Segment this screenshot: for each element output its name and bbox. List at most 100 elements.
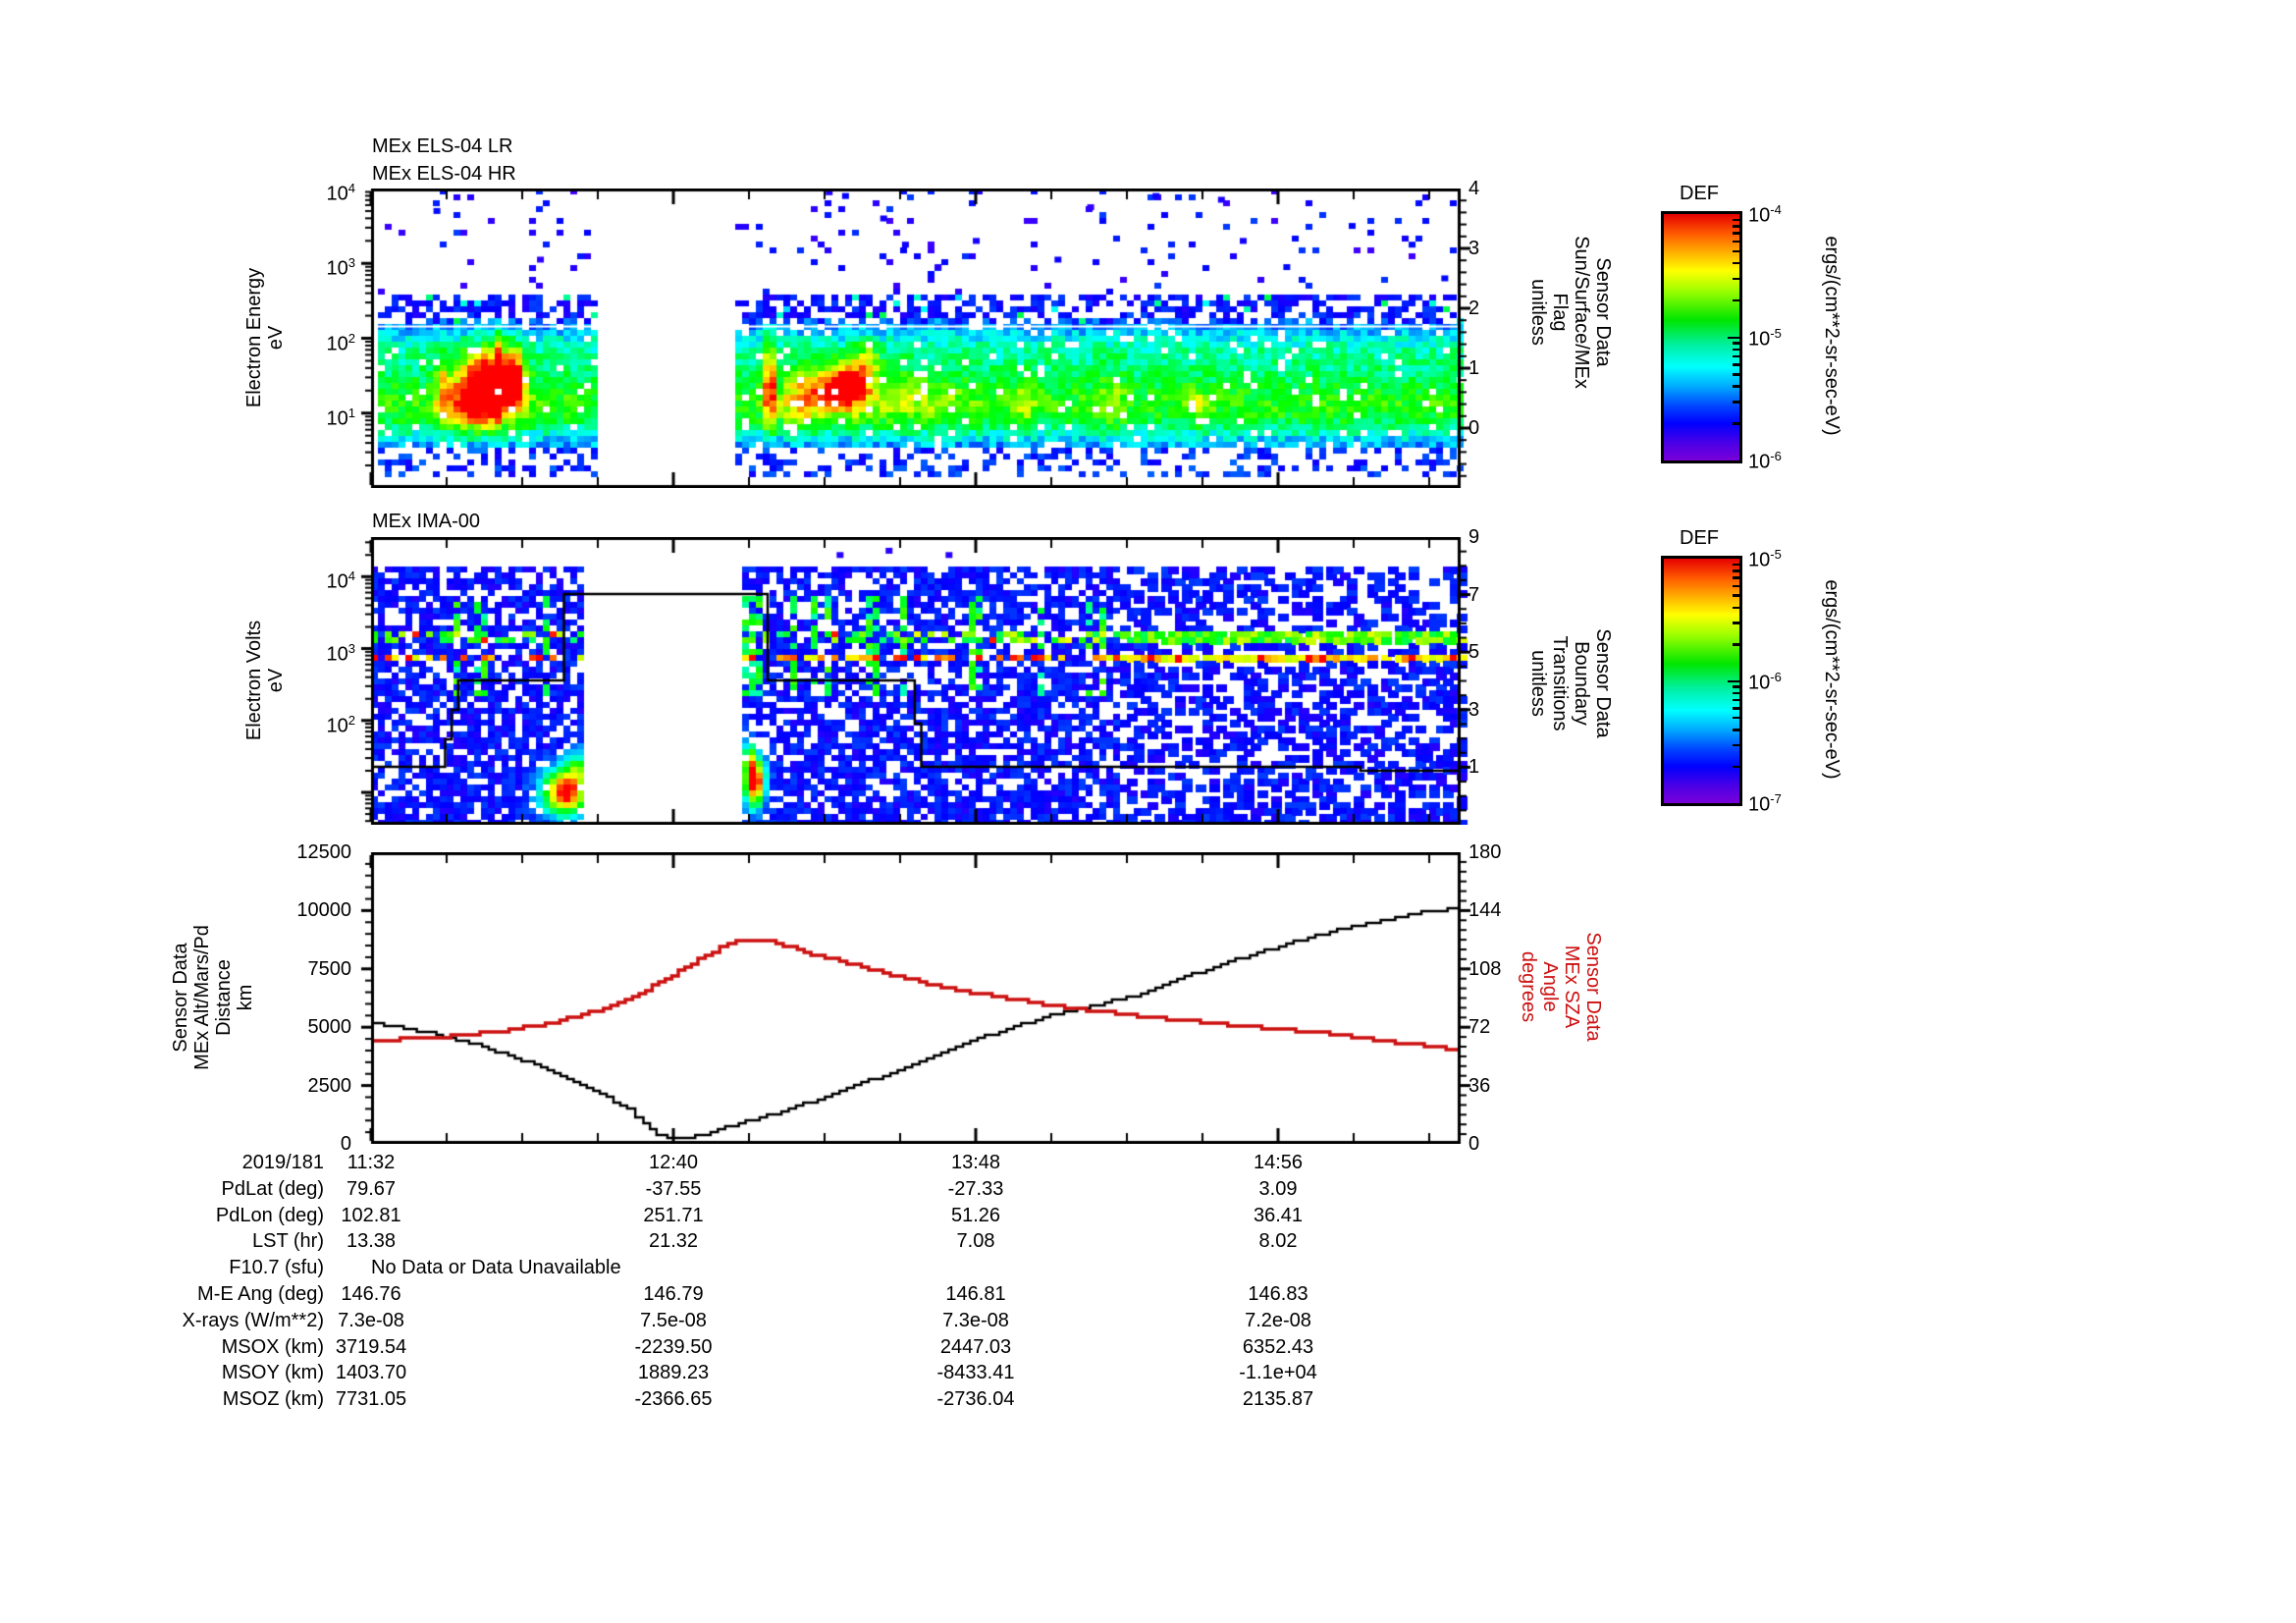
- alt-y-tick-label: 2500: [307, 1074, 352, 1097]
- els-flag-tick-label: 3: [1468, 238, 1480, 259]
- table-cell: -2366.65: [634, 1388, 713, 1411]
- ima-colorbar-tick: [1733, 685, 1739, 688]
- sza-axis-label: Sensor Data MEx SZA Angle degrees: [1518, 932, 1604, 1042]
- table-cell: 7.3e-08: [942, 1309, 1009, 1331]
- els-colorbar-tick: [1733, 249, 1739, 253]
- ima-boundary-tick-label: 7: [1468, 583, 1480, 606]
- table-cell: -8433.41: [936, 1362, 1015, 1384]
- table-cell: 146.81: [945, 1283, 1006, 1305]
- ima-colorbar-tick: [1733, 707, 1739, 710]
- els-colorbar-tick: [1733, 218, 1739, 222]
- table-cell: 146.83: [1248, 1283, 1308, 1305]
- table-cell: 3719.54: [335, 1335, 407, 1358]
- ima-spectrogram-panel: [355, 537, 1476, 825]
- table-cell: 7.2e-08: [1245, 1309, 1311, 1331]
- ima-colorbar-tick: [1733, 622, 1739, 624]
- alt-y-tick-label: 12500: [296, 841, 351, 863]
- table-cell: 7.3e-08: [338, 1309, 404, 1331]
- els-colorbar: [1661, 211, 1742, 463]
- table-cell: 51.26: [950, 1204, 1001, 1226]
- ima-boundary-tick-label: 3: [1468, 698, 1480, 721]
- table-row-label: MSOX (km): [221, 1335, 324, 1358]
- ima-title: MEx IMA-00: [372, 511, 481, 532]
- els-colorbar-units-label: ergs/(cm**2-sr-sec-eV): [1821, 235, 1842, 436]
- table-cell: -1.1e+04: [1239, 1362, 1317, 1384]
- mex-quicklook-plot-page: MEx ELS-04 LR MEx ELS-04 HR MEx IMA-00 1…: [0, 0, 2296, 1623]
- els-colorbar-tick: [1733, 373, 1739, 376]
- table-cell: -27.33: [947, 1177, 1004, 1200]
- els-colorbar-tick: [1733, 422, 1739, 425]
- els-colorbar-tick: [1733, 385, 1739, 388]
- els-colorbar-tick-label: 10-4: [1748, 202, 1782, 227]
- table-cell: 8.02: [1258, 1230, 1298, 1253]
- table-row-label: MSOY (km): [221, 1362, 324, 1384]
- table-cell: 7731.05: [335, 1388, 407, 1411]
- ima-colorbar-tick: [1733, 765, 1739, 769]
- els-colorbar-tick: [1733, 277, 1739, 281]
- els-y-tick-label: 102: [326, 330, 355, 355]
- table-cell: 146.76: [341, 1283, 401, 1305]
- els-colorbar-tick: [1733, 342, 1739, 345]
- els-spectrogram-panel: [355, 189, 1476, 488]
- els-flag-axis-label: Sensor Data Sun/Surface/MEx Flag unitles…: [1527, 236, 1614, 389]
- sza-tick-label: 180: [1468, 841, 1502, 863]
- table-cell: 2135.87: [1242, 1388, 1314, 1411]
- ima-colorbar-tick: [1733, 606, 1739, 610]
- ima-boundary-axis-label: Sensor Data Boundary Transitions unitles…: [1527, 628, 1614, 738]
- ima-colorbar-tick-label: 10-5: [1748, 547, 1782, 571]
- table-row-label: M-E Ang (deg): [197, 1283, 324, 1305]
- els-flag-tick-label: 2: [1468, 298, 1480, 319]
- ima-colorbar-tick: [1728, 679, 1739, 682]
- ima-colorbar-tick-label: 10-7: [1748, 791, 1782, 816]
- alt-y-axis-label: Sensor Data MEx Alt/Mars/Pd Distance km: [170, 925, 256, 1070]
- table-cell: -37.55: [645, 1177, 702, 1200]
- els-colorbar-tick: [1733, 240, 1739, 243]
- table-cell: 1403.70: [335, 1362, 407, 1384]
- table-no-data-note: No Data or Data Unavailable: [371, 1257, 621, 1279]
- els-colorbar-tick: [1733, 261, 1739, 265]
- sza-tick-label: 72: [1468, 1016, 1491, 1039]
- table-row-label: X-rays (W/m**2): [182, 1309, 324, 1331]
- table-cell: 21.32: [648, 1230, 699, 1253]
- ima-boundary-tick-label: 9: [1468, 526, 1480, 548]
- els-y-tick-label: 103: [326, 255, 355, 280]
- ima-colorbar-tick: [1733, 743, 1739, 747]
- els-colorbar-tick: [1733, 232, 1739, 235]
- els-title-lr: MEx ELS-04 LR: [372, 135, 513, 157]
- table-cell: 36.41: [1253, 1204, 1304, 1226]
- ima-colorbar-title: DEF: [1680, 527, 1719, 549]
- table-cell: 7.5e-08: [640, 1309, 707, 1331]
- ima-colorbar-tick: [1733, 643, 1739, 646]
- x-axis-time-label: 13:48: [950, 1152, 1001, 1173]
- ima-colorbar-tick: [1733, 569, 1739, 572]
- table-cell: 13.38: [346, 1230, 397, 1253]
- table-cell: 79.67: [346, 1177, 397, 1200]
- els-colorbar-tick: [1733, 363, 1739, 366]
- table-cell: 251.71: [643, 1204, 704, 1226]
- alt-y-tick-label: 10000: [296, 899, 351, 922]
- ima-colorbar-tick: [1733, 563, 1739, 567]
- table-cell: 146.79: [643, 1283, 704, 1305]
- table-row-label: MSOZ (km): [222, 1388, 324, 1411]
- ima-colorbar-tick: [1733, 691, 1739, 695]
- ima-boundary-tick-label: 5: [1468, 641, 1480, 664]
- table-cell: 2447.03: [939, 1335, 1012, 1358]
- els-colorbar-tick: [1728, 336, 1739, 339]
- els-flag-tick-label: 1: [1468, 357, 1480, 379]
- els-colorbar-tick: [1733, 401, 1739, 404]
- ima-y-tick-label: 103: [326, 640, 355, 666]
- table-row-label: LST (hr): [252, 1230, 324, 1253]
- els-colorbar-tick-label: 10-5: [1748, 325, 1782, 351]
- altitude-sza-line-panel: [355, 852, 1476, 1144]
- els-flag-tick-label: 4: [1468, 178, 1480, 199]
- els-colorbar-tick-label: 10-6: [1748, 449, 1782, 473]
- els-title-hr: MEx ELS-04 HR: [372, 163, 516, 185]
- x-axis-time-label: 11:32: [347, 1152, 396, 1173]
- table-cell: -2239.50: [634, 1335, 713, 1358]
- ima-colorbar-tick: [1733, 594, 1739, 597]
- els-colorbar-tick: [1733, 354, 1739, 358]
- sza-tick-label: 36: [1468, 1074, 1491, 1097]
- table-row-label: PdLon (deg): [215, 1204, 324, 1226]
- x-axis-date-label: 2019/181: [241, 1152, 324, 1173]
- ima-colorbar-tick: [1733, 729, 1739, 731]
